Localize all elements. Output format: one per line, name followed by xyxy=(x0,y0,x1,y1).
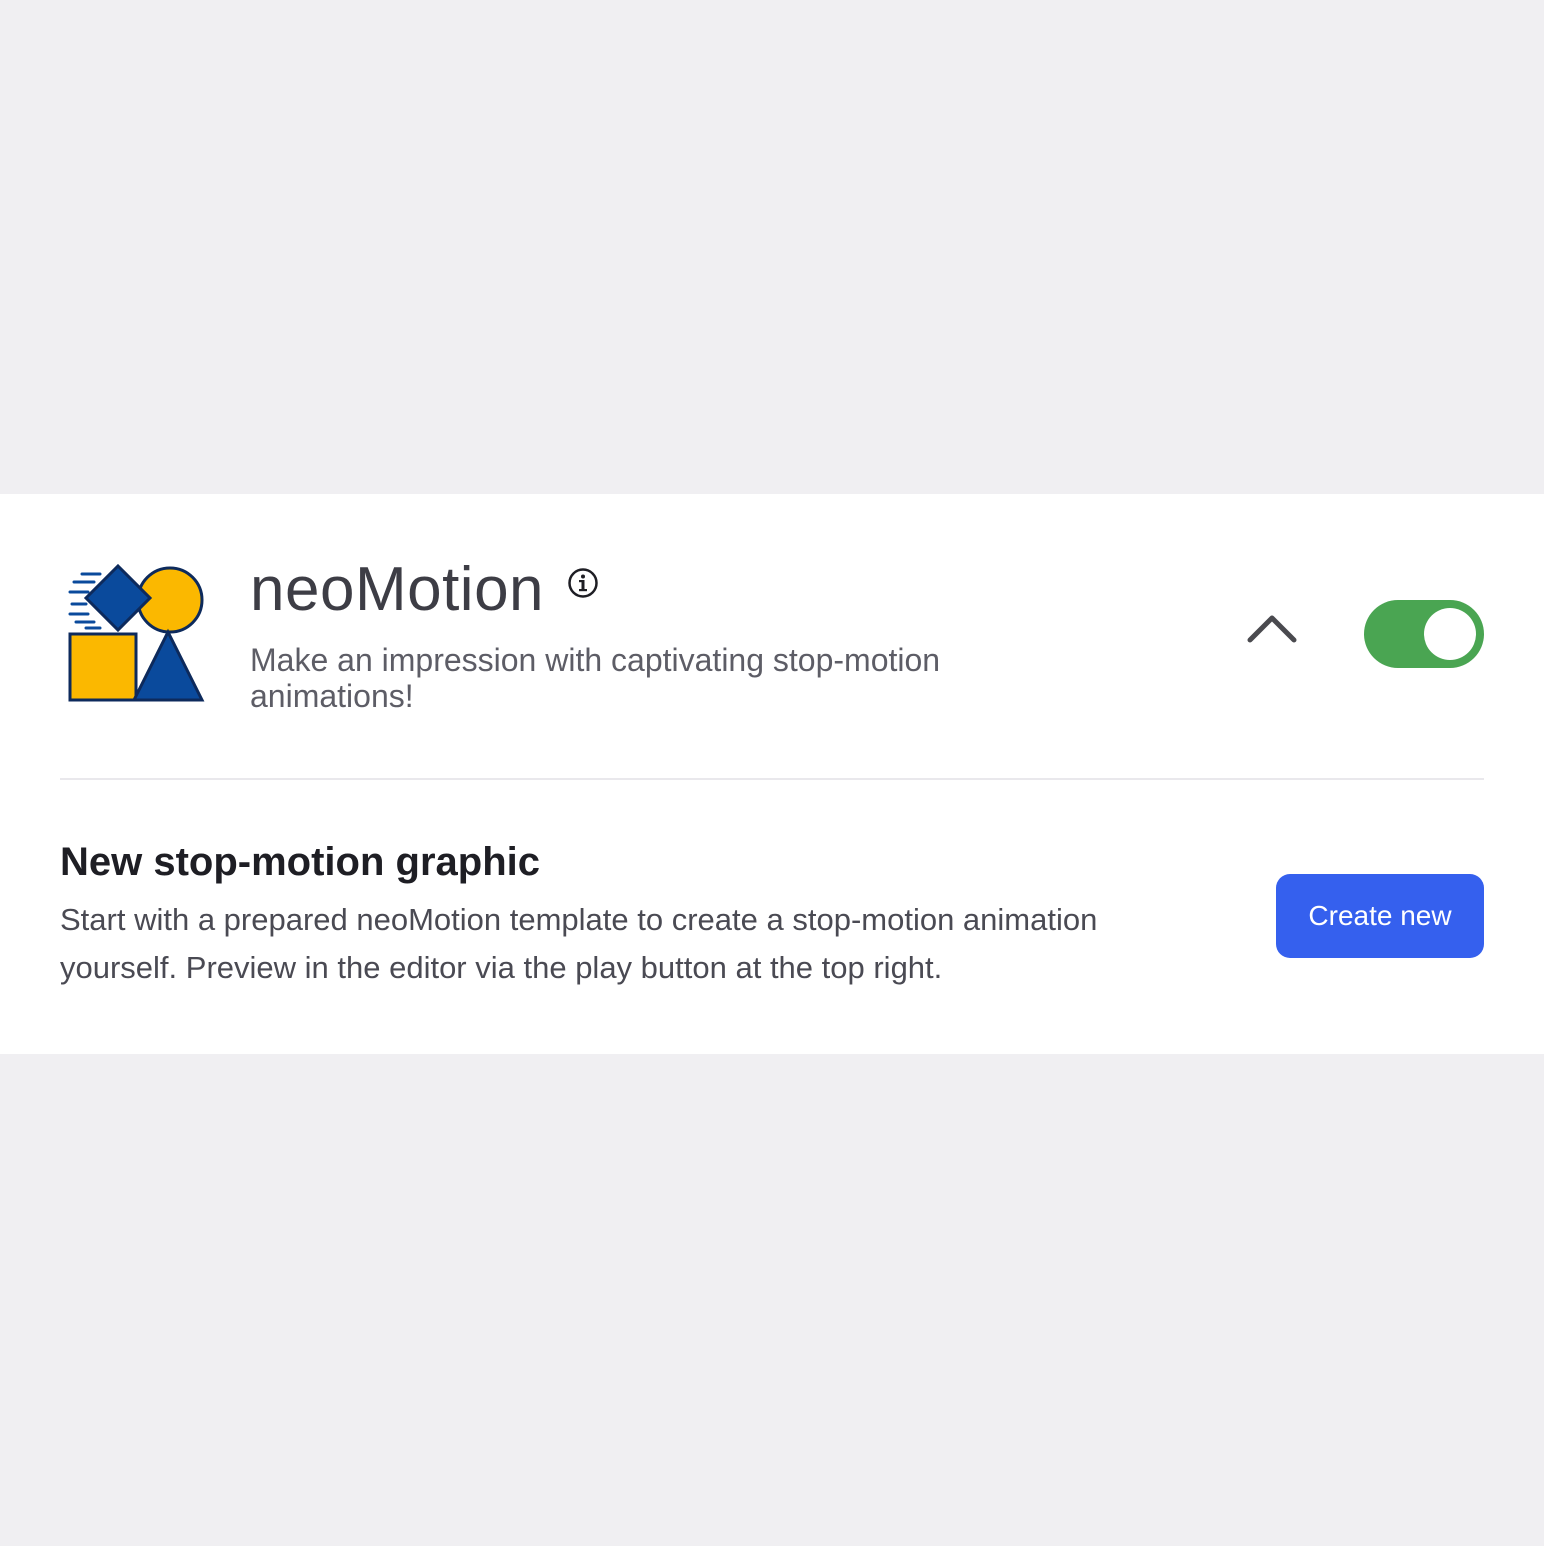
app-description: Make an impression with captivating stop… xyxy=(250,642,941,714)
info-icon[interactable] xyxy=(567,567,599,599)
toggle-knob xyxy=(1424,608,1476,660)
chevron-up-icon[interactable] xyxy=(1244,606,1300,650)
divider xyxy=(60,778,1484,780)
enable-toggle[interactable] xyxy=(1364,600,1484,668)
title-block: neoMotion Make an impression with captiv… xyxy=(250,554,1050,714)
app-header: neoMotion Make an impression with captiv… xyxy=(60,554,1484,734)
app-title: neoMotion xyxy=(250,555,545,624)
section-title: New stop-motion graphic xyxy=(60,840,540,884)
shapes-logo-icon xyxy=(68,564,205,702)
app-card: neoMotion Make an impression with captiv… xyxy=(0,494,1544,1054)
create-new-button[interactable]: Create new xyxy=(1276,874,1484,958)
section-description: Start with a prepared neoMotion template… xyxy=(60,902,1098,985)
